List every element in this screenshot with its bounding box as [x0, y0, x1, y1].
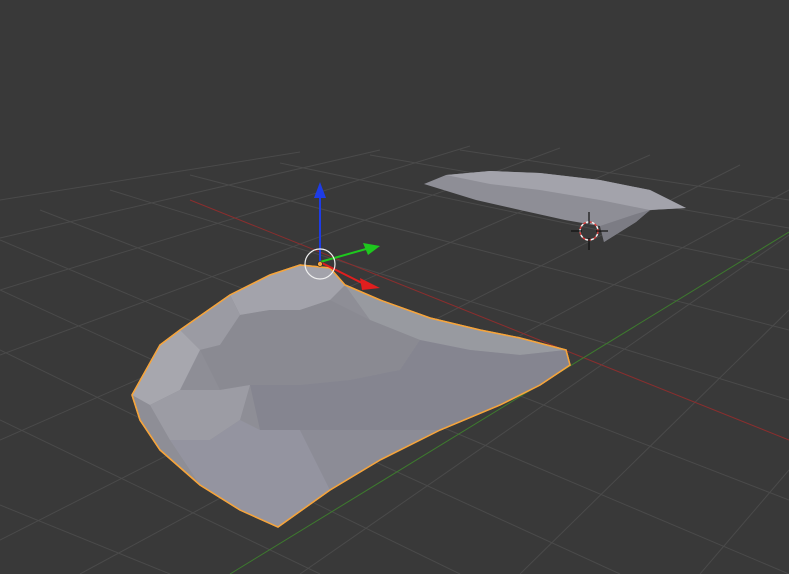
3d-viewport[interactable]	[0, 0, 789, 574]
object-origin-icon	[317, 261, 323, 267]
gizmo-y-arrow-icon[interactable]	[363, 243, 380, 255]
gizmo-z-arrow-icon[interactable]	[314, 182, 326, 198]
selected-mesh-object[interactable]	[131, 264, 571, 528]
unselected-mesh-object[interactable]	[424, 171, 686, 242]
gizmo-x-arrow-icon[interactable]	[360, 278, 380, 290]
viewport-canvas[interactable]	[0, 0, 789, 574]
